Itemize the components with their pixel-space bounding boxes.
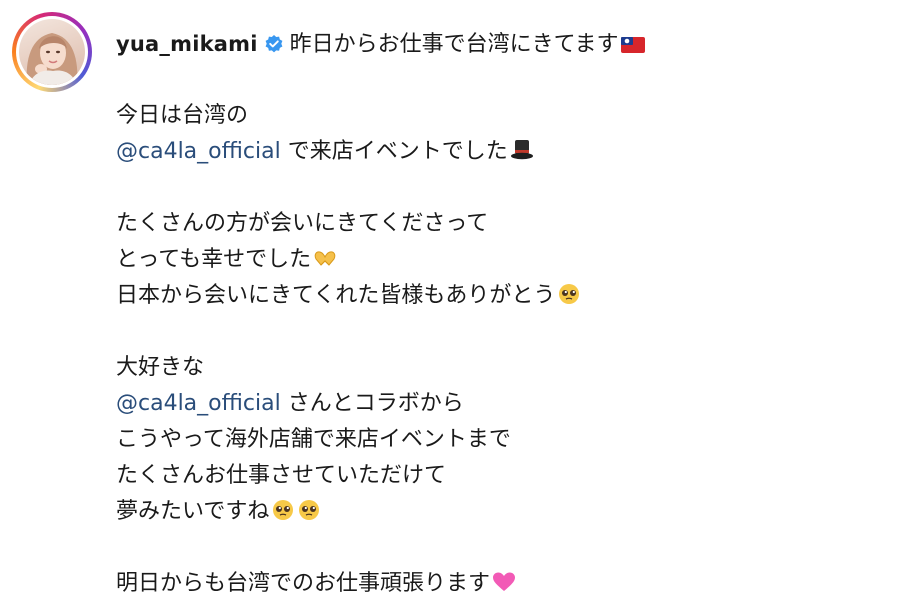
taiwan-flag-icon (620, 37, 645, 53)
caption-line: @ca4la_official さんとコラボから (116, 386, 898, 422)
caption-line: @ca4la_official で来店イベントでした (116, 134, 898, 170)
pleading-face-icon (559, 284, 580, 304)
top-hat-icon (510, 140, 533, 160)
caption-line: 日本から会いにきてくれた皆様もありがとう (116, 278, 898, 314)
caption-line: 今日は台湾の (116, 103, 249, 128)
caption-line: 夢みたいですね (116, 494, 898, 530)
avatar-border (16, 16, 88, 88)
post-caption: yua_mikami 昨日からお仕事で台湾にきてます 今日は台湾の @ca4la… (116, 26, 898, 602)
profile-photo-icon (26, 33, 78, 85)
caption-line: とっても幸せでした (116, 242, 898, 278)
pleading-face-icon (299, 500, 320, 520)
verified-badge-icon (265, 35, 283, 53)
pink-heart-icon (493, 572, 516, 591)
caption-text: 日本から会いにきてくれた皆様もありがとう (116, 283, 556, 308)
caption-first-line: 昨日からお仕事で台湾にきてます (289, 32, 619, 57)
mention-link[interactable]: @ca4la_official (116, 139, 281, 164)
caption-line: たくさんお仕事させていただけて (116, 463, 447, 488)
caption-text: さんとコラボから (280, 391, 464, 416)
caption-text: 明日からも台湾でのお仕事頑張ります (116, 571, 491, 596)
caption-text: とっても幸せでした (116, 247, 312, 272)
mention-link[interactable]: @ca4la_official (116, 391, 281, 416)
caption-line: こうやって海外店舗で来店イベントまで (116, 427, 511, 452)
caption-text: 夢みたいですね (116, 499, 270, 524)
heart-hands-icon (314, 251, 336, 266)
caption-header: yua_mikami 昨日からお仕事で台湾にきてます (116, 26, 898, 62)
pleading-face-icon (273, 500, 294, 520)
caption-line: たくさんの方が会いにきてくださって (116, 211, 489, 236)
username-link[interactable]: yua_mikami (116, 32, 258, 56)
avatar-ring[interactable] (12, 12, 92, 92)
caption-line: 明日からも台湾でのお仕事頑張ります (116, 566, 898, 602)
avatar[interactable] (19, 19, 85, 85)
caption-line: 大好きな (116, 355, 205, 380)
caption-text: で来店イベントでした (280, 139, 508, 164)
